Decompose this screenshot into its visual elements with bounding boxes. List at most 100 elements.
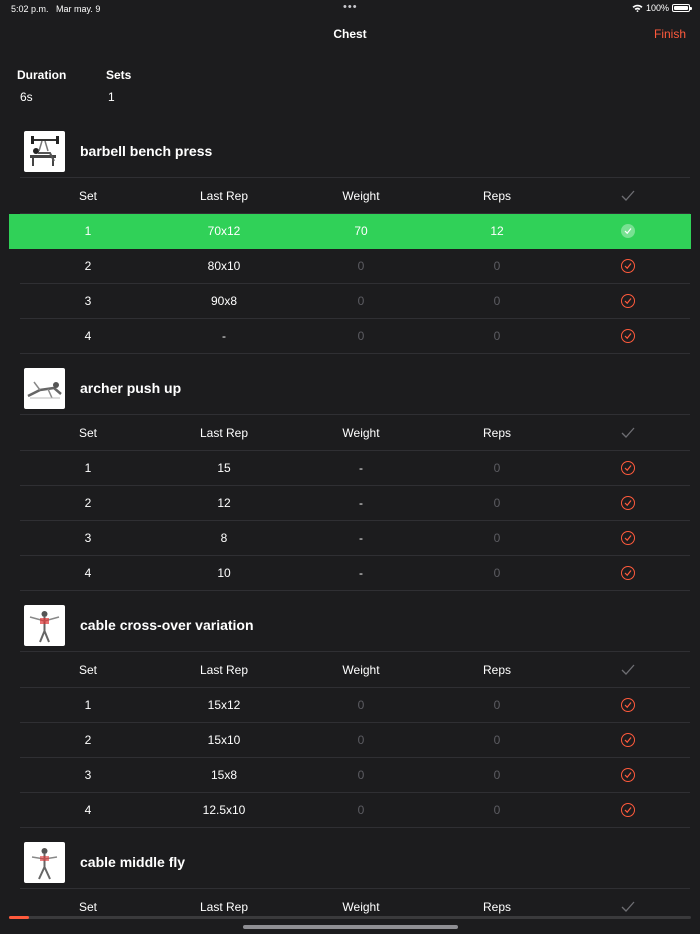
status-bar: 5:02 p.m. Mar may. 9 ••• 100% bbox=[0, 0, 700, 18]
exercise-thumbnail bbox=[24, 605, 65, 646]
sets-value: 1 bbox=[108, 90, 115, 104]
set-row[interactable]: 3 15x8 0 0 bbox=[0, 758, 700, 793]
reps-input[interactable]: 0 bbox=[494, 284, 501, 318]
last-rep: 15x10 bbox=[207, 733, 241, 747]
weight-input[interactable]: - bbox=[359, 486, 363, 520]
set-complete-toggle[interactable] bbox=[621, 758, 635, 792]
col-last-rep-header: Last Rep bbox=[199, 189, 249, 203]
col-weight-header: Weight bbox=[342, 426, 380, 440]
sets-header-row: Set Last Rep Weight Reps bbox=[0, 653, 700, 688]
last-rep: 15x8 bbox=[210, 768, 238, 782]
weight-input[interactable]: - bbox=[359, 451, 363, 485]
set-number: 3 bbox=[84, 768, 92, 782]
weight-input[interactable]: 0 bbox=[358, 723, 365, 757]
last-rep: 10 bbox=[217, 566, 231, 580]
set-complete-toggle[interactable] bbox=[621, 793, 635, 827]
set-complete-toggle[interactable] bbox=[621, 214, 635, 248]
check-circle-icon bbox=[621, 803, 635, 817]
sets-header-row: Set Last Rep Weight Reps bbox=[0, 416, 700, 451]
set-row[interactable]: 1 70x12 70 12 bbox=[9, 214, 691, 249]
reps-input[interactable]: 0 bbox=[494, 556, 501, 590]
multitasking-dots-icon[interactable]: ••• bbox=[343, 1, 358, 13]
set-number: 1 bbox=[84, 461, 92, 475]
sets-header-row: Set Last Rep Weight Reps bbox=[0, 179, 700, 214]
checkmark-header-icon bbox=[621, 653, 635, 687]
set-complete-toggle[interactable] bbox=[621, 723, 635, 757]
set-complete-toggle[interactable] bbox=[621, 451, 635, 485]
col-reps-header: Reps bbox=[482, 663, 512, 677]
col-set-header: Set bbox=[78, 663, 98, 677]
reps-input[interactable]: 0 bbox=[494, 758, 501, 792]
exercise-name: cable middle fly bbox=[80, 854, 186, 870]
set-complete-toggle[interactable] bbox=[621, 284, 635, 318]
set-complete-toggle[interactable] bbox=[621, 521, 635, 555]
col-set-header: Set bbox=[78, 426, 98, 440]
weight-input[interactable]: 0 bbox=[358, 319, 365, 353]
set-number: 2 bbox=[84, 733, 92, 747]
exercise-section: cable cross-over variation Set Last Rep … bbox=[0, 595, 700, 828]
weight-input[interactable]: 0 bbox=[358, 758, 365, 792]
reps-input[interactable]: 0 bbox=[494, 793, 501, 827]
reps-input[interactable]: 0 bbox=[494, 723, 501, 757]
reps-input[interactable]: 0 bbox=[494, 451, 501, 485]
weight-input[interactable]: 0 bbox=[358, 249, 365, 283]
col-last-rep-header: Last Rep bbox=[199, 663, 249, 677]
set-row[interactable]: 2 15x10 0 0 bbox=[0, 723, 700, 758]
set-row[interactable]: 3 8 - 0 bbox=[0, 521, 700, 556]
exercise-header[interactable]: archer push up bbox=[0, 358, 700, 416]
set-complete-toggle[interactable] bbox=[621, 249, 635, 283]
exercise-section: barbell bench press Set Last Rep Weight … bbox=[0, 121, 700, 354]
set-row[interactable]: 1 15x12 0 0 bbox=[0, 688, 700, 723]
exercise-section: archer push up Set Last Rep Weight Reps … bbox=[0, 358, 700, 591]
exercise-header[interactable]: cable middle fly bbox=[0, 832, 700, 890]
set-complete-toggle[interactable] bbox=[621, 688, 635, 722]
set-row[interactable]: 2 80x10 0 0 bbox=[0, 249, 700, 284]
finish-button[interactable]: Finish bbox=[654, 27, 686, 41]
navigation-bar: Chest Finish bbox=[0, 22, 700, 46]
set-number: 1 bbox=[84, 698, 92, 712]
set-complete-toggle[interactable] bbox=[621, 319, 635, 353]
set-complete-toggle[interactable] bbox=[621, 556, 635, 590]
reps-input[interactable]: 0 bbox=[494, 521, 501, 555]
col-weight-header: Weight bbox=[342, 663, 380, 677]
set-number: 4 bbox=[84, 803, 92, 817]
exercise-thumbnail bbox=[24, 842, 65, 883]
weight-input[interactable]: - bbox=[359, 556, 363, 590]
exercise-header[interactable]: barbell bench press bbox=[0, 121, 700, 179]
weight-input[interactable]: 70 bbox=[354, 214, 367, 248]
set-row[interactable]: 2 12 - 0 bbox=[0, 486, 700, 521]
checkmark-header-icon bbox=[621, 179, 635, 213]
check-circle-icon bbox=[621, 733, 635, 747]
set-number: 3 bbox=[84, 294, 92, 308]
home-indicator[interactable] bbox=[243, 925, 458, 929]
check-circle-icon bbox=[621, 496, 635, 510]
weight-input[interactable]: 0 bbox=[358, 284, 365, 318]
set-row[interactable]: 4 - 0 0 bbox=[0, 319, 700, 354]
reps-input[interactable]: 0 bbox=[494, 319, 501, 353]
last-rep: 12.5x10 bbox=[202, 803, 246, 817]
col-set-header: Set bbox=[78, 189, 98, 203]
set-row[interactable]: 4 10 - 0 bbox=[0, 556, 700, 591]
set-number: 1 bbox=[84, 224, 92, 238]
weight-input[interactable]: 0 bbox=[358, 793, 365, 827]
reps-input[interactable]: 0 bbox=[494, 249, 501, 283]
reps-input[interactable]: 0 bbox=[494, 688, 501, 722]
set-complete-toggle[interactable] bbox=[621, 486, 635, 520]
check-circle-icon bbox=[621, 768, 635, 782]
duration-value: 6s bbox=[20, 90, 33, 104]
divider bbox=[20, 651, 690, 652]
exercise-header[interactable]: cable cross-over variation bbox=[0, 595, 700, 653]
reps-input[interactable]: 0 bbox=[494, 486, 501, 520]
reps-input[interactable]: 12 bbox=[490, 214, 503, 248]
set-row[interactable]: 4 12.5x10 0 0 bbox=[0, 793, 700, 828]
last-rep: - bbox=[222, 329, 226, 343]
weight-input[interactable]: - bbox=[359, 521, 363, 555]
weight-input[interactable]: 0 bbox=[358, 688, 365, 722]
last-rep: 15x12 bbox=[207, 698, 241, 712]
set-row[interactable]: 3 90x8 0 0 bbox=[0, 284, 700, 319]
last-rep: 80x10 bbox=[207, 259, 241, 273]
workout-progress-bar bbox=[9, 916, 691, 919]
set-row[interactable]: 1 15 - 0 bbox=[0, 451, 700, 486]
set-number: 3 bbox=[84, 531, 92, 545]
divider bbox=[20, 414, 690, 415]
